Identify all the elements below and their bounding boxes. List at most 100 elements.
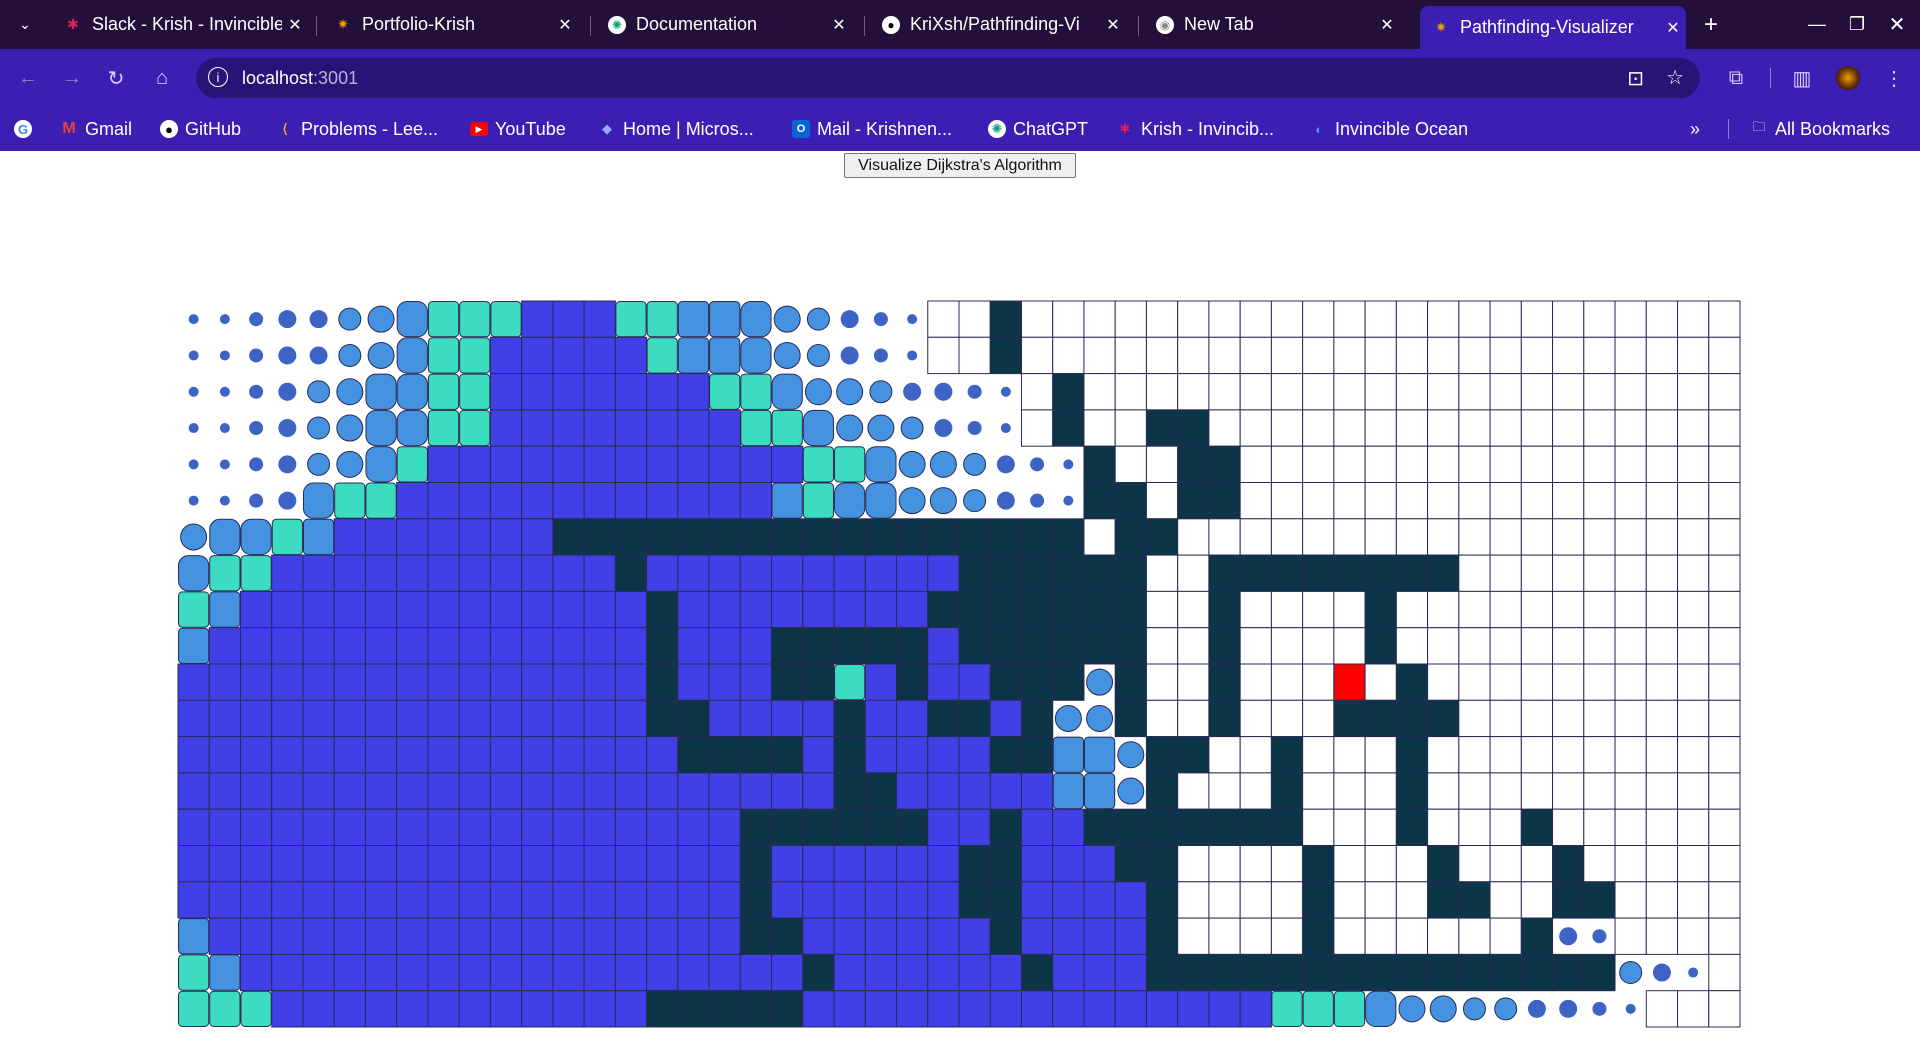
grid-node-visited[interactable]	[583, 482, 616, 520]
grid-node-visited[interactable]	[677, 845, 710, 883]
grid-node-visited[interactable]	[677, 482, 710, 520]
bookmark-chatgpt[interactable]: ✺ ChatGPT	[988, 116, 1088, 142]
grid-node-unvisited[interactable]	[1177, 590, 1210, 629]
grid-node-wall[interactable]	[1208, 445, 1241, 484]
grid-node-unvisited[interactable]	[1708, 627, 1741, 665]
grid-node-visited[interactable]	[989, 699, 1022, 738]
grid-node-visiting[interactable]	[1030, 493, 1045, 508]
grid-node-visiting[interactable]	[271, 518, 303, 556]
grid-node-wall[interactable]	[1427, 881, 1460, 919]
grid-node-unvisited[interactable]	[1708, 663, 1741, 701]
grid-node-visited[interactable]	[364, 917, 398, 955]
grid-node-visiting[interactable]	[278, 419, 297, 438]
grid-node-visiting[interactable]	[1333, 990, 1366, 1028]
grid-node-unvisited[interactable]	[1145, 373, 1179, 411]
grid-node-visiting[interactable]	[338, 307, 362, 331]
grid-node-visited[interactable]	[864, 917, 898, 955]
grid-node-visited[interactable]	[739, 699, 773, 738]
grid-node-wall[interactable]	[927, 518, 960, 556]
grid-node-unvisited[interactable]	[1177, 300, 1210, 338]
grid-node-visiting[interactable]	[677, 301, 710, 338]
grid-node-wall[interactable]	[646, 590, 679, 629]
tab-documentation[interactable]: ✺ Documentation ✕	[596, 6, 852, 43]
grid-node-visited[interactable]	[333, 736, 366, 774]
grid-node-visited[interactable]	[771, 845, 804, 883]
grid-node-unvisited[interactable]	[1552, 300, 1585, 338]
grid-node-unvisited[interactable]	[1677, 845, 1710, 883]
grid-node-unvisited[interactable]	[1427, 736, 1460, 774]
grid-node-unvisited[interactable]	[1427, 627, 1460, 665]
grid-node-visited[interactable]	[302, 881, 335, 919]
grid-node-unvisited[interactable]	[1583, 627, 1616, 665]
grid-node-wall[interactable]	[1520, 808, 1554, 847]
grid-node-visiting[interactable]	[1000, 386, 1011, 397]
grid-node-wall[interactable]	[1395, 699, 1429, 738]
grid-node-visited[interactable]	[646, 554, 679, 592]
grid-node-wall[interactable]	[614, 518, 648, 556]
grid-node-wall[interactable]	[1427, 845, 1460, 883]
grid-node-wall[interactable]	[771, 518, 804, 556]
grid-node-unvisited[interactable]	[1583, 554, 1616, 592]
grid-node-unvisited[interactable]	[1239, 482, 1272, 520]
grid-node-unvisited[interactable]	[1270, 590, 1304, 629]
grid-node-unvisited[interactable]	[1239, 590, 1272, 629]
grid-node-visited[interactable]	[552, 953, 585, 992]
grid-node-wall[interactable]	[1145, 518, 1179, 556]
grid-node-visited[interactable]	[614, 699, 648, 738]
grid-node-visited[interactable]	[521, 881, 554, 919]
grid-node-visited[interactable]	[239, 845, 273, 883]
grid-node-wall[interactable]	[739, 881, 773, 919]
grid-node-unvisited[interactable]	[1489, 554, 1522, 592]
grid-node-unvisited[interactable]	[1489, 482, 1522, 520]
grid-node-unvisited[interactable]	[1083, 373, 1116, 411]
grid-node-wall[interactable]	[802, 627, 835, 665]
grid-node-visited[interactable]	[802, 590, 835, 629]
grid-node-visiting[interactable]	[209, 518, 241, 556]
grid-node-wall[interactable]	[1208, 590, 1241, 629]
grid-node-unvisited[interactable]	[1708, 772, 1741, 810]
grid-node-wall[interactable]	[739, 518, 773, 556]
grid-node-unvisited[interactable]	[1145, 482, 1179, 520]
grid-node-visited[interactable]	[489, 953, 523, 992]
grid-node-wall[interactable]	[1114, 518, 1147, 556]
grid-node-visited[interactable]	[739, 663, 773, 701]
close-icon[interactable]: ✕	[1660, 18, 1686, 38]
grid-node-visited[interactable]	[271, 663, 304, 701]
grid-node-visiting[interactable]	[646, 301, 678, 338]
grid-node-visiting[interactable]	[740, 409, 772, 447]
grid-node-visited[interactable]	[458, 518, 491, 556]
grid-node-unvisited[interactable]	[1427, 772, 1460, 810]
grid-node-wall[interactable]	[1145, 917, 1179, 955]
grid-node-visiting[interactable]	[865, 482, 897, 519]
grid-node-visited[interactable]	[239, 590, 273, 629]
grid-node-unvisited[interactable]	[1677, 736, 1710, 774]
grid-node-visiting[interactable]	[219, 495, 230, 506]
grid-node-wall[interactable]	[1208, 554, 1241, 592]
grid-node-unvisited[interactable]	[1489, 300, 1522, 338]
grid-node-unvisited[interactable]	[1208, 772, 1241, 810]
grid-node-visited[interactable]	[896, 953, 929, 992]
grid-node-unvisited[interactable]	[1552, 808, 1585, 847]
grid-node-wall[interactable]	[989, 336, 1022, 375]
grid-node-visited[interactable]	[802, 845, 835, 883]
grid-node-unvisited[interactable]	[1333, 482, 1366, 520]
grid-node-visited[interactable]	[239, 736, 273, 774]
grid-node-unvisited[interactable]	[1520, 699, 1554, 738]
grid-node-visited[interactable]	[239, 627, 273, 665]
grid-node-wall[interactable]	[896, 627, 929, 665]
grid-node-unvisited[interactable]	[1520, 373, 1554, 411]
grid-node-visited[interactable]	[364, 518, 398, 556]
grid-node-visited[interactable]	[552, 845, 585, 883]
forward-button[interactable]: →	[56, 62, 88, 94]
grid-node-visited[interactable]	[302, 917, 335, 955]
grid-node-unvisited[interactable]	[958, 336, 991, 375]
grid-node-wall[interactable]	[1395, 736, 1429, 774]
grid-node-unvisited[interactable]	[1583, 590, 1616, 629]
grid-node-visited[interactable]	[708, 845, 741, 883]
grid-node-visiting[interactable]	[900, 416, 924, 440]
grid-node-visited[interactable]	[1114, 917, 1147, 955]
grid-node-unvisited[interactable]	[1489, 518, 1522, 556]
grid-node-visited[interactable]	[771, 881, 804, 919]
grid-node-visited[interactable]	[927, 808, 960, 847]
grid-node-wall[interactable]	[989, 554, 1022, 592]
